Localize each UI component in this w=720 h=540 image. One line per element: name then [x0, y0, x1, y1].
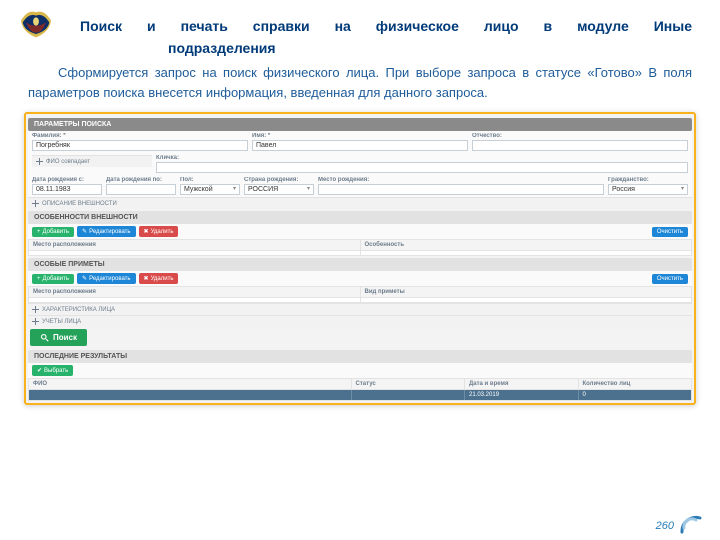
- panel-header-params: ПАРАМЕТРЫ ПОИСКА: [28, 118, 692, 131]
- btn-delete-1[interactable]: ✖Удалить: [139, 226, 179, 237]
- marks-buttons: +Добавить ✎Редактировать ✖Удалить Очисти…: [28, 271, 692, 286]
- plus-icon: [32, 318, 39, 325]
- label-alias: Кличка:: [156, 155, 688, 161]
- emblem-icon: [16, 4, 56, 44]
- col-feature: Особенность: [361, 240, 692, 250]
- label-dob-to: Дата рождения по:: [106, 177, 176, 183]
- label-profile: ХАРАКТЕРИСТИКА ЛИЦА: [42, 307, 115, 313]
- label-birth-country: Страна рождения:: [244, 177, 314, 183]
- label-appearance: ОПИСАНИЕ ВНЕШНОСТИ: [42, 201, 117, 207]
- input-dob-to[interactable]: [106, 184, 176, 195]
- label-fio-combined: ФИО совпадает: [46, 159, 90, 165]
- label-firstname: Имя: *: [252, 133, 468, 139]
- input-dob-from[interactable]: 08.11.1983: [32, 184, 102, 195]
- label-birth-place: Место рождения:: [318, 177, 604, 183]
- panel-header-recent: ПОСЛЕДНИЕ РЕЗУЛЬТАТЫ: [28, 350, 692, 363]
- label-sex: Пол:: [180, 177, 240, 183]
- label-records: УЧЕТЫ ЛИЦА: [42, 319, 81, 325]
- toggle-profile[interactable]: ХАРАКТЕРИСТИКА ЛИЦА: [28, 303, 692, 315]
- recent-table-head: ФИО Статус Дата и время Количество лиц: [28, 378, 692, 390]
- toggle-records[interactable]: УЧЕТЫ ЛИЦА: [28, 315, 692, 327]
- panel-header-marks: ОСОБЫЕ ПРИМЕТЫ: [28, 258, 692, 271]
- plus-icon: [32, 306, 39, 313]
- input-lastname[interactable]: Погребняк: [32, 140, 248, 151]
- features-buttons: +Добавить ✎Редактировать ✖Удалить Очисти…: [28, 224, 692, 239]
- row-dates: Дата рождения с: 08.11.1983 Дата рождени…: [28, 175, 692, 197]
- page-number: 260: [656, 520, 674, 532]
- col-location-1: Место расположения: [29, 240, 361, 250]
- input-firstname[interactable]: Павел: [252, 140, 468, 151]
- select-sex[interactable]: Мужской: [180, 184, 240, 195]
- panel-header-features: ОСОБЕННОСТИ ВНЕШНОСТИ: [28, 211, 692, 224]
- btn-search[interactable]: Поиск: [30, 329, 87, 346]
- label-citizenship: Гражданство:: [608, 177, 688, 183]
- btn-add-1[interactable]: +Добавить: [32, 227, 74, 237]
- btn-add-2[interactable]: +Добавить: [32, 274, 74, 284]
- plus-icon: [32, 200, 39, 207]
- label-patronymic: Отчество:: [472, 133, 688, 139]
- col-fio: ФИО: [29, 379, 352, 389]
- select-birth-country[interactable]: РОССИЯ: [244, 184, 314, 195]
- btn-delete-2[interactable]: ✖Удалить: [139, 273, 179, 284]
- toggle-appearance[interactable]: ОПИСАНИЕ ВНЕШНОСТИ: [28, 197, 692, 209]
- btn-select[interactable]: ✔Выбрать: [32, 365, 73, 376]
- input-alias[interactable]: [156, 162, 688, 173]
- title-line-2: подразделения: [168, 40, 276, 56]
- label-dob-from: Дата рождения с:: [32, 177, 102, 183]
- col-type: Вид приметы: [361, 287, 692, 297]
- corner-decoration-icon: [680, 514, 702, 534]
- btn-clear-2[interactable]: Очистить: [652, 274, 688, 284]
- app-screenshot: ПАРАМЕТРЫ ПОИСКА Фамилия: * Погребняк Им…: [24, 112, 696, 405]
- col-location-2: Место расположения: [29, 287, 361, 297]
- search-icon: [40, 333, 49, 342]
- features-table-row[interactable]: [28, 251, 692, 256]
- slide-body-text: Сформируется запрос на поиск физического…: [28, 63, 692, 102]
- select-citizenship[interactable]: Россия: [608, 184, 688, 195]
- col-status: Статус: [352, 379, 466, 389]
- recent-table-row[interactable]: 21.03.2019 0: [28, 390, 692, 401]
- title-line-1: Поиск и печать справки на физическое лиц…: [80, 18, 692, 34]
- row-names: Фамилия: * Погребняк Имя: * Павел Отчест…: [28, 131, 692, 153]
- btn-edit-1[interactable]: ✎Редактировать: [77, 226, 135, 237]
- btn-clear-1[interactable]: Очистить: [652, 227, 688, 237]
- features-table-head: Место расположения Особенность: [28, 239, 692, 251]
- row-alias: ФИО совпадает Кличка:: [28, 153, 692, 175]
- col-count: Количество лиц: [579, 379, 692, 389]
- slide-title: Поиск и печать справки на физическое лиц…: [80, 16, 692, 59]
- btn-edit-2[interactable]: ✎Редактировать: [77, 273, 135, 284]
- recent-buttons: ✔Выбрать: [28, 363, 692, 378]
- marks-table-head: Место расположения Вид приметы: [28, 286, 692, 298]
- input-birth-place[interactable]: [318, 184, 604, 195]
- plus-icon: [36, 158, 43, 165]
- col-date: Дата и время: [465, 379, 579, 389]
- input-patronymic[interactable]: [472, 140, 688, 151]
- label-lastname: Фамилия: *: [32, 133, 248, 139]
